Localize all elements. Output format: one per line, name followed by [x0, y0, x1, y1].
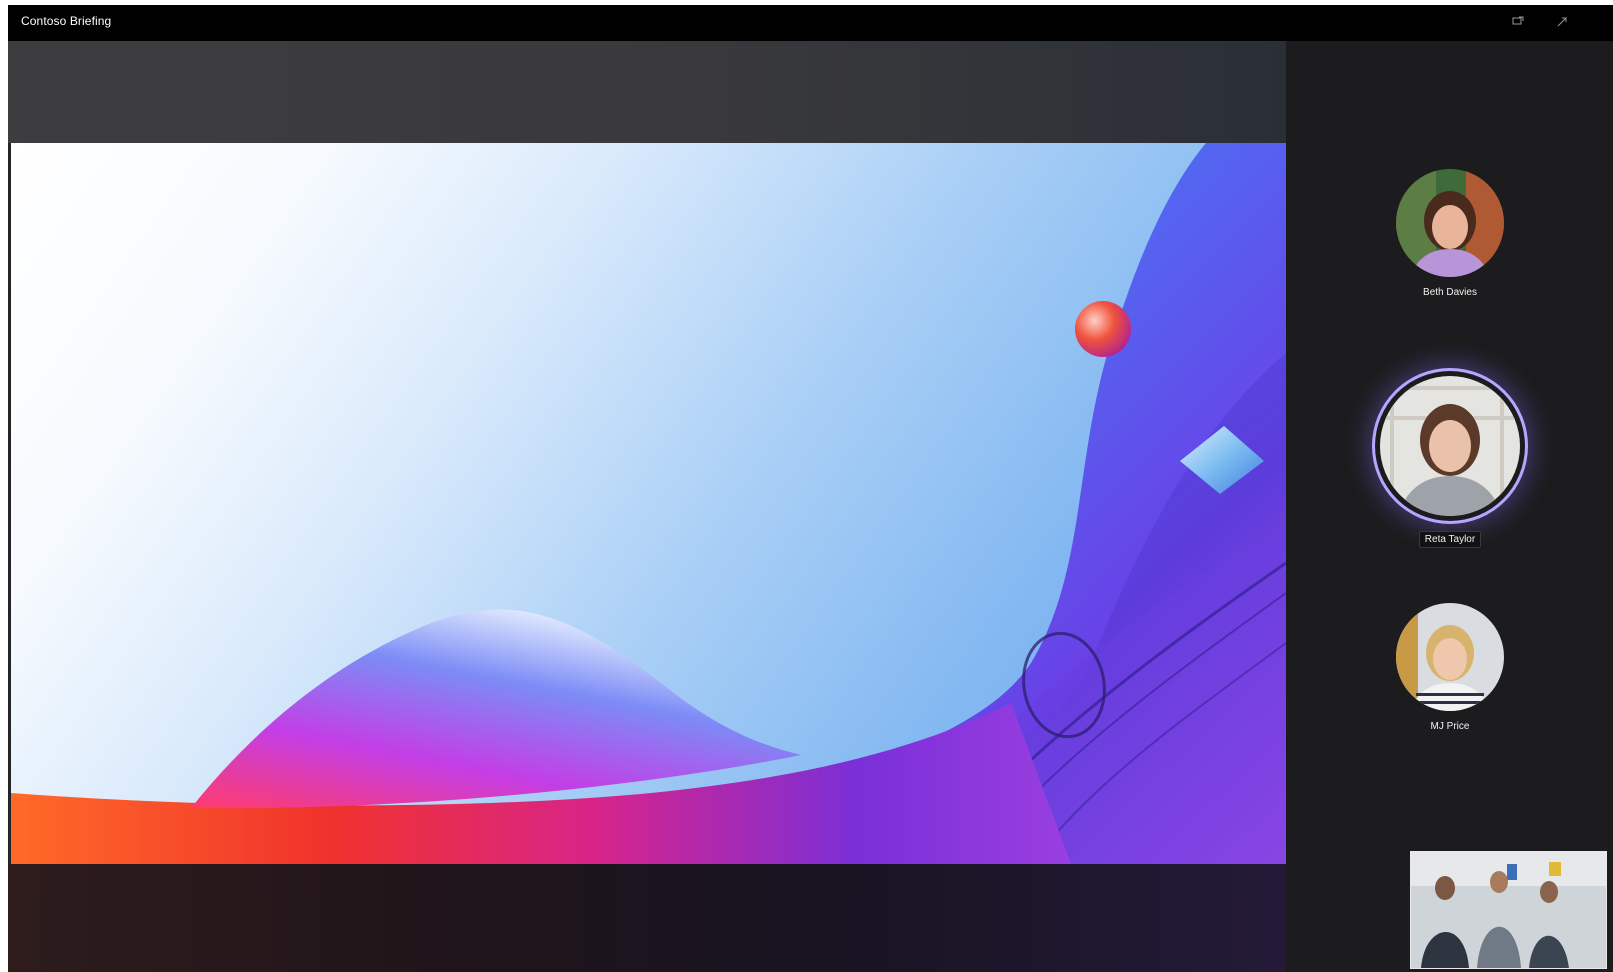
- participant-mj-price[interactable]: MJ Price: [1350, 603, 1550, 734]
- avatar: [1396, 169, 1504, 277]
- slide-artwork: [11, 143, 1286, 864]
- shared-content-stage: [8, 41, 1286, 972]
- participant-name: MJ Price: [1430, 721, 1470, 732]
- stage-top-band: [8, 41, 1286, 143]
- meeting-window: Contoso Briefing Beth Davies Reta Taylor…: [8, 5, 1613, 972]
- stage-bottom-band: [8, 864, 1286, 972]
- avatar: [1396, 603, 1504, 711]
- shared-slide: [11, 143, 1286, 864]
- app-title: Contoso Briefing: [21, 14, 112, 28]
- share-screen-icon[interactable]: [1510, 14, 1526, 30]
- participant-name: Beth Davies: [1423, 287, 1477, 298]
- self-view-image: [1411, 852, 1606, 968]
- participant-reta-taylor[interactable]: Reta Taylor: [1350, 371, 1550, 548]
- title-bar: Contoso Briefing: [8, 5, 1613, 41]
- self-view-video[interactable]: [1410, 851, 1607, 969]
- participant-beth-davies[interactable]: Beth Davies: [1350, 169, 1550, 300]
- participants-rail: Beth Davies Reta Taylor MJ Price: [1286, 41, 1613, 972]
- expand-icon[interactable]: [1554, 14, 1570, 30]
- avatar: [1380, 376, 1520, 516]
- active-speaker-ring: [1375, 371, 1525, 521]
- participant-name: Reta Taylor: [1418, 531, 1482, 548]
